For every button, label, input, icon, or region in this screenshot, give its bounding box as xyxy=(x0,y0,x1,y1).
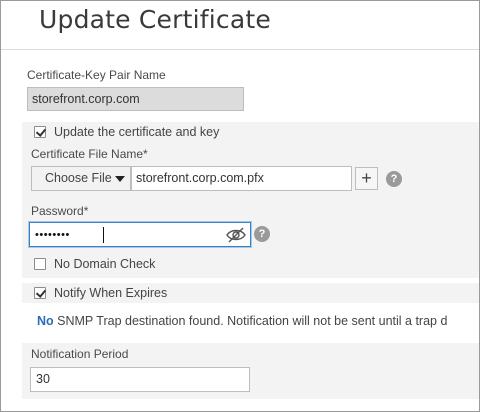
password-help-icon[interactable]: ? xyxy=(254,226,270,242)
choose-file-dropdown[interactable]: Choose File xyxy=(31,166,131,191)
no-domain-check-label[interactable]: No Domain Check xyxy=(54,257,155,271)
update-cert-section xyxy=(22,122,479,278)
notify-checkbox[interactable] xyxy=(34,287,46,299)
add-file-button[interactable]: + xyxy=(355,167,378,190)
cert-file-name-input[interactable]: storefront.corp.com.pfx xyxy=(131,166,352,191)
cert-key-pair-field: storefront.corp.com xyxy=(27,87,244,111)
notify-checkbox-label[interactable]: Notify When Expires xyxy=(54,286,167,300)
cert-key-pair-label: Certificate-Key Pair Name xyxy=(27,68,166,82)
no-domain-check-checkbox[interactable] xyxy=(34,258,46,270)
update-cert-checkbox-label[interactable]: Update the certificate and key xyxy=(54,125,219,139)
cert-file-name-label: Certificate File Name* xyxy=(31,147,148,161)
notification-period-label: Notification Period xyxy=(31,347,129,361)
notice-text: SNMP Trap destination found. Notificatio… xyxy=(53,314,448,328)
choose-file-label: Choose File xyxy=(45,171,112,185)
help-icon[interactable]: ? xyxy=(386,171,402,187)
title-divider xyxy=(1,49,479,50)
password-input[interactable]: •••••••• xyxy=(29,222,251,247)
update-certificate-dialog: Update Certificate Certificate-Key Pair … xyxy=(0,0,480,412)
snmp-notice: No SNMP Trap destination found. Notifica… xyxy=(37,314,447,328)
password-label: Password* xyxy=(31,204,89,218)
eye-slash-icon[interactable] xyxy=(225,226,247,244)
password-mask: •••••••• xyxy=(35,229,70,241)
update-cert-checkbox[interactable] xyxy=(34,126,46,138)
caret-down-icon xyxy=(115,176,125,182)
page-title: Update Certificate xyxy=(39,5,271,34)
text-cursor xyxy=(103,227,104,243)
notification-period-input[interactable]: 30 xyxy=(30,367,250,392)
notice-strong: No xyxy=(37,314,54,328)
